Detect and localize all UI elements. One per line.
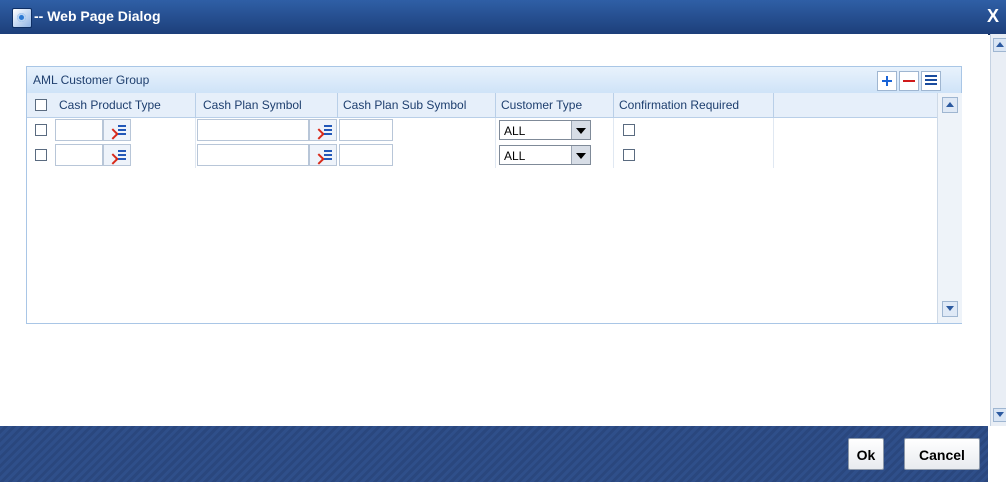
cash-plan-symbol-input[interactable] [197, 119, 309, 141]
table-header: Cash Product Type Cash Plan Symbol Cash … [27, 93, 937, 118]
cell-separator [773, 118, 774, 143]
column-cash-product-type: Cash Product Type [59, 98, 161, 112]
column-confirmation-required: Confirmation Required [619, 98, 740, 112]
cash-product-type-lov-icon[interactable] [103, 119, 131, 141]
column-separator [773, 93, 774, 117]
column-cash-plan-sub-symbol: Cash Plan Sub Symbol [343, 98, 467, 112]
cash-product-type-input[interactable] [55, 119, 103, 141]
scroll-down-icon[interactable] [993, 408, 1006, 422]
cancel-button[interactable]: Cancel [904, 438, 980, 470]
dialog-scrollbar[interactable] [990, 34, 1006, 426]
ok-button[interactable]: Ok [848, 438, 884, 470]
cell-separator [613, 143, 614, 168]
delete-row-icon[interactable] [899, 71, 919, 91]
title-bar: -- Web Page Dialog X [0, 0, 1006, 35]
confirmation-required-checkbox[interactable] [623, 124, 635, 136]
row-select-checkbox[interactable] [35, 149, 47, 161]
scroll-up-icon[interactable] [942, 97, 958, 113]
cell-separator [495, 143, 496, 168]
customer-type-value: ALL [504, 149, 526, 163]
cash-plan-sub-symbol-input[interactable] [339, 144, 393, 166]
cash-plan-symbol-lov-icon[interactable] [309, 119, 337, 141]
column-separator [495, 93, 496, 117]
list-view-icon[interactable] [921, 71, 941, 91]
cash-plan-symbol-lov-icon[interactable] [309, 144, 337, 166]
scroll-down-icon[interactable] [942, 301, 958, 317]
column-customer-type: Customer Type [501, 98, 583, 112]
close-button[interactable]: X [984, 6, 1002, 26]
chevron-down-icon[interactable] [571, 146, 590, 164]
cell-separator [613, 118, 614, 143]
group-header: AML Customer Group [27, 67, 961, 94]
row-select-checkbox[interactable] [35, 124, 47, 136]
confirmation-required-checkbox[interactable] [623, 149, 635, 161]
cell-separator [195, 143, 196, 168]
column-separator [613, 93, 614, 117]
cell-separator [495, 118, 496, 143]
column-separator [195, 93, 196, 117]
aml-customer-group-panel: AML Customer Group Cash Product Type Cas… [26, 66, 962, 324]
customer-type-select[interactable]: ALL [499, 120, 591, 140]
cash-plan-symbol-input[interactable] [197, 144, 309, 166]
cash-product-type-lov-icon[interactable] [103, 144, 131, 166]
dialog-footer: Ok Cancel [0, 426, 988, 482]
column-cash-plan-symbol: Cash Plan Symbol [203, 98, 302, 112]
customer-type-value: ALL [504, 124, 526, 138]
column-separator [337, 93, 338, 117]
add-row-icon[interactable] [877, 71, 897, 91]
table-row: ALL [27, 118, 937, 143]
scroll-up-icon[interactable] [993, 38, 1006, 52]
table-scrollbar[interactable] [937, 93, 962, 323]
window-title: -- Web Page Dialog [34, 8, 161, 24]
table-row: ALL [27, 143, 937, 168]
cell-separator [773, 143, 774, 168]
dialog-content: AML Customer Group Cash Product Type Cas… [0, 34, 988, 426]
group-title: AML Customer Group [33, 73, 150, 87]
cell-separator [195, 118, 196, 143]
cash-product-type-input[interactable] [55, 144, 103, 166]
customer-type-select[interactable]: ALL [499, 145, 591, 165]
cash-plan-sub-symbol-input[interactable] [339, 119, 393, 141]
window-icon [12, 8, 32, 28]
select-all-checkbox[interactable] [35, 99, 47, 111]
chevron-down-icon[interactable] [571, 121, 590, 139]
